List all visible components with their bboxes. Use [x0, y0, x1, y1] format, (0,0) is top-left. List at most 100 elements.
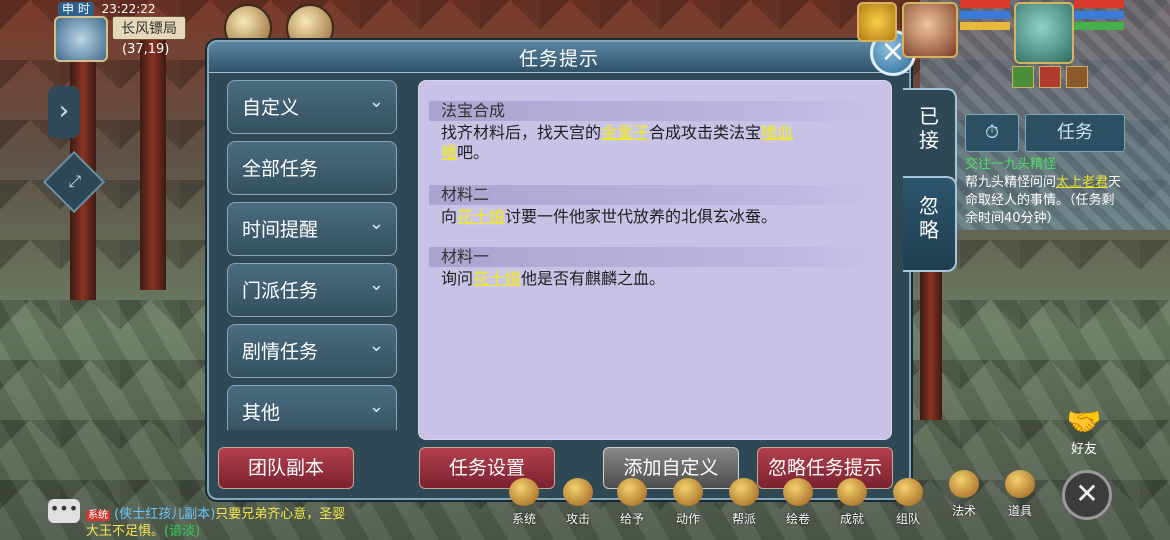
- category-label: 门派任务: [242, 280, 319, 302]
- player-portrait-avatar[interactable]: [902, 2, 958, 58]
- team-icon: [893, 478, 923, 506]
- category-list[interactable]: 自定义 ⌄ 全部任务 时间提醒 ⌄ 门派任务 ⌄ 剧情任务 ⌄ 其他 ⌄: [227, 80, 397, 430]
- chat-message: 系统 (侠士红孩儿副本)只要兄弟齐心意，圣婴大王不足惧。(谙淡): [86, 507, 346, 540]
- task-title: 交往一九头精怪: [965, 157, 1057, 172]
- bell-icon: [949, 470, 979, 498]
- timer-icon[interactable]: ⏱: [965, 114, 1019, 152]
- game-clock: 申 时 23:22:22: [58, 0, 156, 17]
- mp-bar: [960, 11, 1010, 19]
- item-link[interactable]: 嗜血: [761, 123, 794, 142]
- time-period-label: 申 时: [58, 2, 94, 16]
- category-other[interactable]: 其他 ⌄: [227, 385, 397, 430]
- npc-link[interactable]: 太上老君: [1056, 175, 1108, 190]
- buff-icons: [1012, 66, 1092, 88]
- location-coords: (37,19): [122, 42, 170, 57]
- task-section: 法宝合成 找齐材料后，找天宫的金童子合成攻击类法宝嗜血幡吧。: [429, 101, 879, 163]
- category-story-tasks[interactable]: 剧情任务 ⌄: [227, 324, 397, 378]
- task-tab-button[interactable]: 任务: [1025, 114, 1125, 152]
- menu-label: 系统: [511, 512, 536, 526]
- buff-icon[interactable]: [1039, 66, 1062, 88]
- time-location-hud: 申 时 23:22:22 长风镖局 (37,19): [54, 0, 204, 62]
- menu-guild[interactable]: 帮派: [724, 478, 764, 527]
- chevron-down-icon: ⌄: [368, 396, 384, 417]
- summon-hp-bar: [1074, 0, 1124, 8]
- menu-action[interactable]: 动作: [668, 478, 708, 527]
- summon-mp-bar: [1074, 11, 1124, 19]
- category-custom[interactable]: 自定义 ⌄: [227, 80, 397, 134]
- tab-accepted[interactable]: 已 接: [903, 88, 957, 190]
- body-text: 向: [441, 207, 458, 226]
- buff-icon[interactable]: [1012, 66, 1034, 88]
- chat-bubble-icon[interactable]: •••: [48, 499, 80, 523]
- attack-icon: [563, 478, 593, 506]
- category-label: 其他: [242, 402, 281, 424]
- close-menu-icon[interactable]: ✕: [1062, 470, 1112, 520]
- menu-label: 法术: [951, 504, 976, 518]
- hp-bar: [960, 0, 1010, 8]
- guild-icon: [729, 478, 759, 506]
- menu-give[interactable]: 给予: [612, 478, 652, 527]
- chevron-down-icon: ⌄: [368, 91, 384, 112]
- section-title: 材料一: [429, 247, 879, 267]
- tab-ignored[interactable]: 忽 略: [903, 176, 957, 272]
- status-bars: [960, 0, 1010, 40]
- side-expand-arrow-icon[interactable]: ›: [48, 86, 80, 138]
- world-pillar: [140, 40, 166, 290]
- summon-status-bars: [1074, 0, 1124, 40]
- menu-attack[interactable]: 攻击: [558, 478, 598, 527]
- section-title: 法宝合成: [429, 101, 879, 121]
- give-icon: [617, 478, 647, 506]
- menu-label: 给予: [619, 512, 644, 526]
- category-label: 剧情任务: [242, 341, 319, 363]
- category-time-reminder[interactable]: 时间提醒 ⌄: [227, 202, 397, 256]
- tab-label: 略: [919, 218, 939, 242]
- team-dungeon-button[interactable]: 团队副本: [218, 447, 354, 489]
- npc-link[interactable]: 花十娘: [457, 207, 506, 226]
- task-section: 材料一 询问花十娘他是否有麒麟之血。: [429, 247, 879, 289]
- task-detail-panel: 法宝合成 找齐材料后，找天宫的金童子合成攻击类法宝嗜血幡吧。 材料二 向花十娘讨…: [418, 80, 892, 440]
- dialog-titlebar: 任务提示: [209, 42, 909, 73]
- npc-link[interactable]: 金童子: [601, 123, 650, 142]
- buff-icon[interactable]: [1066, 66, 1089, 88]
- minimap-icon[interactable]: [54, 16, 108, 62]
- category-all-tasks[interactable]: 全部任务: [227, 141, 397, 195]
- chat-sender[interactable]: (侠士红孩儿副本): [114, 507, 215, 522]
- npc-link[interactable]: 花十娘: [473, 269, 522, 288]
- menu-team[interactable]: 组队: [888, 478, 928, 527]
- section-body: 找齐材料后，找天宫的金童子合成攻击类法宝嗜血幡吧。: [429, 121, 879, 163]
- menu-achievement[interactable]: 成就: [832, 478, 872, 527]
- action-icon: [673, 478, 703, 506]
- body-text: 讨要一件他家世代放养的北俱玄冰蚕。: [505, 207, 778, 226]
- tab-label: 已: [919, 104, 939, 128]
- menu-scroll[interactable]: 绘卷: [778, 478, 818, 527]
- body-text: 吧。: [457, 143, 490, 162]
- task-section: 材料二 向花十娘讨要一件他家世代放养的北俱玄冰蚕。: [429, 185, 879, 227]
- menu-label: 成就: [839, 512, 864, 526]
- chevron-down-icon: ⌄: [368, 335, 384, 356]
- section-body: 向花十娘讨要一件他家世代放养的北俱玄冰蚕。: [429, 205, 879, 227]
- menu-label: 绘卷: [785, 512, 810, 526]
- category-sect-tasks[interactable]: 门派任务 ⌄: [227, 263, 397, 317]
- body-text: 找齐材料后，找天宫的: [441, 123, 602, 142]
- summon-portrait-avatar[interactable]: [1014, 2, 1074, 64]
- pet-portrait-avatar[interactable]: [857, 2, 897, 42]
- menu-magic[interactable]: 法术: [944, 470, 984, 519]
- task-tracker-panel: ⏱ 任务 交往一九头精怪 帮九头精怪问问太上老君天命取经人的事情。（任务剩余时间…: [963, 114, 1125, 254]
- menu-label: 组队: [895, 512, 920, 526]
- category-label: 自定义: [242, 97, 300, 119]
- treasure-chest-icon: [1005, 470, 1035, 498]
- body-text: 合成攻击类法宝: [649, 123, 762, 142]
- time-value: 23:22:22: [101, 2, 156, 16]
- body-text: 询问: [441, 269, 474, 288]
- menu-system[interactable]: 系统: [504, 478, 544, 527]
- sp-bar: [960, 22, 1010, 30]
- menu-items[interactable]: 道具: [1000, 470, 1040, 519]
- item-link[interactable]: 幡: [441, 143, 458, 162]
- task-tracker-text[interactable]: 交往一九头精怪 帮九头精怪问问太上老君天命取经人的事情。（任务剩余时间40分钟）: [965, 156, 1123, 228]
- chat-box[interactable]: ••• 系统 (侠士红孩儿副本)只要兄弟齐心意，圣婴大王不足惧。(谙淡): [46, 497, 346, 540]
- body-text: 他是否有麒麟之血。: [521, 269, 666, 288]
- friends-button[interactable]: 🤝 好友: [1062, 405, 1106, 457]
- menu-label: 动作: [675, 512, 700, 526]
- location-name[interactable]: 长风镖局: [112, 16, 186, 40]
- achievement-icon: [837, 478, 867, 506]
